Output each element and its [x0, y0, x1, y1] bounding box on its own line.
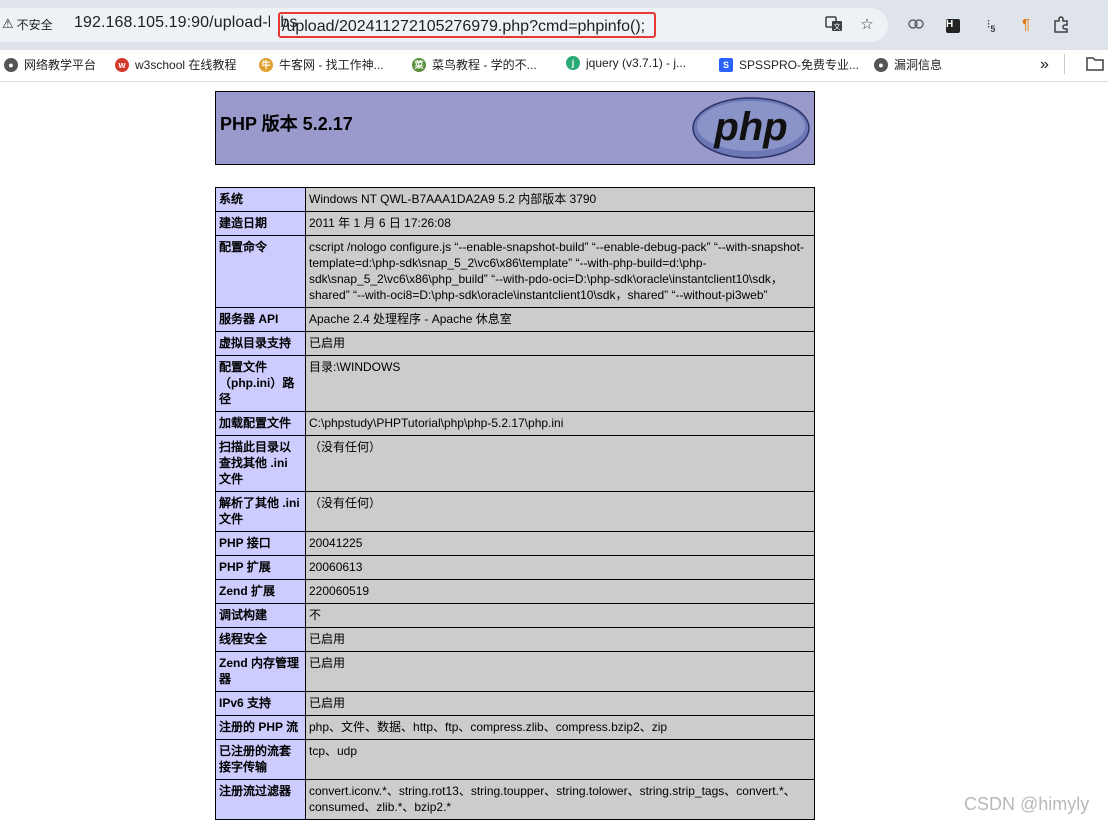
row-value: 20041225 [305, 531, 815, 556]
table-row: PHP 接口 20041225 [215, 531, 815, 556]
more-bookmarks-icon[interactable]: » [1040, 56, 1049, 74]
pilcrow-icon[interactable]: ¶ [1015, 13, 1037, 35]
url-path-highlighted[interactable]: /upload/202411272105276979.php?cmd=phpin… [278, 12, 656, 38]
w3school-icon: w [115, 57, 129, 72]
nowcoder-icon: 牛 [259, 57, 273, 72]
bookmark-item[interactable]: ● 网络教学平台 [4, 56, 96, 73]
table-row: 调试构建不 [215, 603, 815, 628]
row-key: PHP 扩展 [215, 555, 306, 580]
row-value: （没有任何） [305, 435, 815, 492]
table-row: 服务器 API Apache 2.4 处理程序 - Apache 休息室 [215, 307, 815, 332]
insecure-label: 不安全 [16, 17, 53, 32]
row-key: 虚拟目录支持 [215, 331, 306, 356]
row-value: 已启用 [305, 331, 815, 356]
extension-h-icon[interactable]: H [940, 13, 962, 35]
table-row: Zend 内存管理器 已启用 [215, 651, 815, 692]
extension-link-icon[interactable] [905, 13, 927, 35]
table-row: 已注册的流套接字传输 tcp、udp [215, 739, 815, 780]
row-key: 配置文件（php.ini）路径 [215, 355, 306, 412]
row-key: 线程安全 [215, 627, 306, 652]
table-row: 线程安全 已启用 [215, 627, 815, 652]
row-value: 已启用 [305, 691, 815, 716]
table-row: 配置文件（php.ini）路径 目录:\WINDOWS [215, 355, 815, 412]
table-row: 建造日期 2011 年 1 月 6 日 17:26:08 [215, 211, 815, 236]
row-value: 已启用 [305, 627, 815, 652]
globe-icon: ● [874, 57, 888, 72]
row-value: 已启用 [305, 651, 815, 692]
table-row: 注册流过滤器 convert.iconv.*、string.rot13、strin… [215, 779, 815, 820]
row-value: convert.iconv.*、string.rot13、string.toup… [305, 779, 815, 820]
url-gap [270, 14, 278, 34]
row-key: 已注册的流套接字传输 [215, 739, 306, 780]
bookmark-item[interactable]: w w3school 在线教程 [115, 56, 236, 73]
table-row: 加载配置文件 C:\phpstudy\PHPTutorial\php\php-5.… [215, 411, 815, 436]
row-value: php、文件、数据、http、ftp、compress.zlib、compres… [305, 715, 815, 740]
browser-toolbar: ⚠ 不安全 192.168.105.19:90/upload-labs /upl… [0, 0, 1108, 50]
row-value: tcp、udp [305, 739, 815, 780]
table-row: 系统 Windows NT QWL-B7AAA1DA2A9 5.2 内部版本 37… [215, 187, 815, 212]
row-value: 20060613 [305, 555, 815, 580]
table-row: IPv6 支持 已启用 [215, 691, 815, 716]
bookmark-item[interactable]: ● 漏洞信息 [874, 56, 942, 73]
jquery-icon: j [566, 56, 580, 70]
row-value: （没有任何） [305, 491, 815, 532]
table-row: 配置命令 cscript /nologo configure.js “--enab… [215, 235, 815, 308]
runoob-icon: 菜 [412, 57, 426, 72]
row-key: 解析了其他 .ini 文件 [215, 491, 306, 532]
warning-icon: ⚠ [2, 16, 14, 31]
table-row: Zend 扩展 220060519 [215, 579, 815, 604]
row-key: 扫描此目录以查找其他 .ini 文件 [215, 435, 306, 492]
extension-counter-icon[interactable]: ⁝ 5 [980, 13, 1002, 35]
page-title: PHP 版本 5.2.17 [220, 114, 353, 134]
row-key: 注册的 PHP 流 [215, 715, 306, 740]
bookmark-item[interactable]: 菜 菜鸟教程 - 学的不... [412, 56, 537, 73]
row-key: 加载配置文件 [215, 411, 306, 436]
row-key: 系统 [215, 187, 306, 212]
bookmark-item[interactable]: j jquery (v3.7.1) - j... [566, 56, 686, 70]
table-row: 解析了其他 .ini 文件 （没有任何） [215, 491, 815, 532]
table-row: 虚拟目录支持 已启用 [215, 331, 815, 356]
bookmark-item[interactable]: 牛 牛客网 - 找工作神... [259, 56, 384, 73]
svg-text:php: php [713, 105, 787, 149]
bookmark-star-icon[interactable]: ☆ [856, 13, 878, 35]
row-key: Zend 内存管理器 [215, 651, 306, 692]
bookmark-item[interactable]: S SPSSPRO-免费专业... [719, 56, 859, 73]
row-value: Apache 2.4 处理程序 - Apache 休息室 [305, 307, 815, 332]
row-value: C:\phpstudy\PHPTutorial\php\php-5.2.17\p… [305, 411, 815, 436]
spsspro-icon: S [719, 57, 733, 72]
table-row: 注册的 PHP 流 php、文件、数据、http、ftp、compress.zli… [215, 715, 815, 740]
table-row: PHP 扩展 20060613 [215, 555, 815, 580]
extensions-puzzle-icon[interactable] [1050, 13, 1072, 35]
row-key: 服务器 API [215, 307, 306, 332]
row-key: Zend 扩展 [215, 579, 306, 604]
row-key: IPv6 支持 [215, 691, 306, 716]
row-key: 调试构建 [215, 603, 306, 628]
row-key: 建造日期 [215, 211, 306, 236]
globe-icon: ● [4, 57, 18, 72]
row-key: PHP 接口 [215, 531, 306, 556]
watermark: CSDN @himyly [964, 794, 1090, 814]
row-value: 不 [305, 603, 815, 628]
bookmarks-bar: ● 网络教学平台 w w3school 在线教程 牛 牛客网 - 找工作神...… [0, 50, 1108, 82]
folder-icon[interactable] [1086, 55, 1104, 71]
translate-icon[interactable]: 文 [823, 13, 845, 35]
separator [1064, 54, 1065, 74]
row-key: 配置命令 [215, 235, 306, 308]
php-info-table: 系统 Windows NT QWL-B7AAA1DA2A9 5.2 内部版本 37… [215, 187, 815, 820]
php-logo: php [692, 97, 810, 159]
php-version-header: PHP 版本 5.2.17 php [215, 91, 815, 165]
table-row: 扫描此目录以查找其他 .ini 文件 （没有任何） [215, 435, 815, 492]
row-value: 2011 年 1 月 6 日 17:26:08 [305, 211, 815, 236]
security-indicator[interactable]: ⚠ 不安全 [0, 10, 64, 38]
row-value: Windows NT QWL-B7AAA1DA2A9 5.2 内部版本 3790 [305, 187, 815, 212]
row-value: 目录:\WINDOWS [305, 355, 815, 412]
url-host-text[interactable]: 192.168.105.19:90/upload-labs [74, 14, 298, 32]
row-value: cscript /nologo configure.js “--enable-s… [305, 235, 815, 308]
row-key: 注册流过滤器 [215, 779, 306, 820]
svg-text:文: 文 [834, 22, 841, 31]
row-value: 220060519 [305, 579, 815, 604]
